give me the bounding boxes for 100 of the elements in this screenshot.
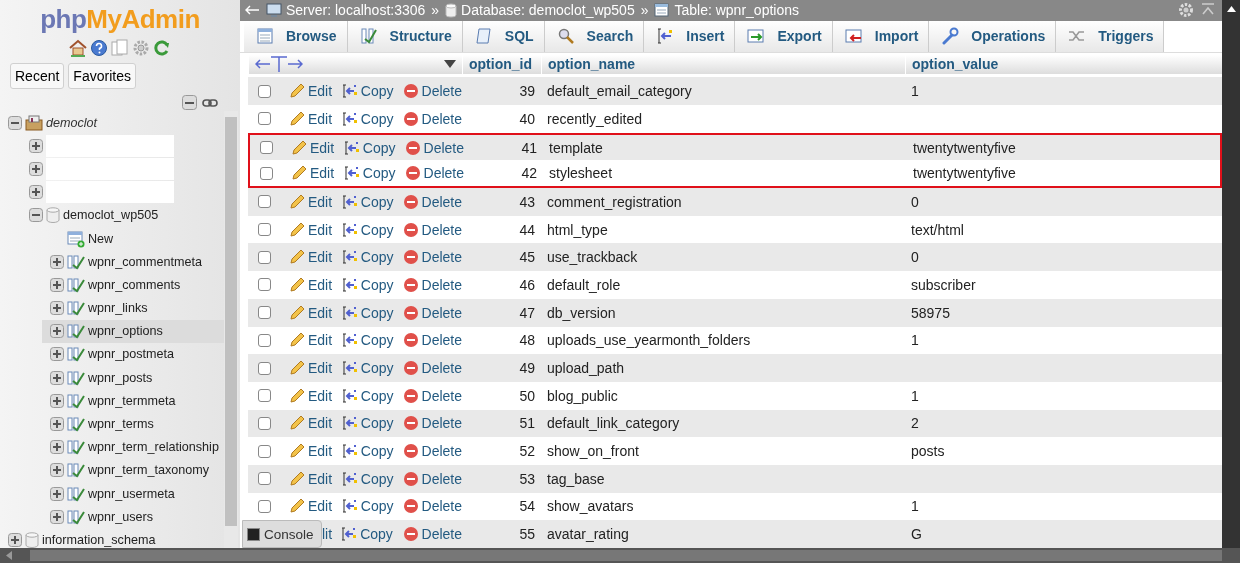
expand-icon[interactable] [50,440,64,455]
copy-link[interactable]: Copy [341,83,403,100]
tab[interactable]: Structure [347,20,463,52]
breadcrumb-link[interactable]: Database: democlot_wp505 [461,2,635,19]
delete-link[interactable]: Delete [402,470,462,487]
breadcrumb-link[interactable]: Table: wpnr_options [674,2,799,19]
scrollbar[interactable] [0,548,1240,563]
delete-link[interactable]: Delete [404,139,464,156]
tab[interactable]: Triggers [1056,20,1165,52]
home-icon[interactable] [69,39,87,57]
edit-link[interactable]: Edit [289,249,342,266]
row-checkbox[interactable] [258,416,271,430]
row-checkbox[interactable] [260,141,273,155]
delete-link[interactable]: Delete [402,387,462,404]
sidebar-button[interactable]: Favorites [68,63,136,89]
edit-link[interactable]: Edit [289,304,342,321]
row-checkbox[interactable] [258,278,271,292]
edit-link[interactable]: Edit [289,498,342,515]
expand-icon[interactable] [50,417,64,432]
help-icon[interactable] [90,39,108,57]
delete-link[interactable]: Delete [402,498,462,515]
delete-link[interactable]: Delete [402,193,462,210]
tab[interactable]: Search [544,20,645,52]
tab[interactable]: Export [735,20,833,52]
copy-link[interactable]: Copy [341,332,403,349]
row-checkbox[interactable] [258,444,271,458]
delete-link[interactable]: Delete [402,332,462,349]
copy-link[interactable]: Copy [343,165,405,182]
column-header[interactable]: option_value [912,56,999,73]
tree-item[interactable]: wpnr_posts [88,370,153,385]
edit-link[interactable]: lit [322,526,333,543]
collapse-icon[interactable] [8,115,22,130]
tree-item[interactable]: wpnr_links [88,301,148,316]
delete-link[interactable]: Delete [402,415,462,432]
delete-link[interactable]: Delete [402,526,462,543]
tree-item[interactable]: wpnr_term_taxonomy [88,463,210,478]
copy-link[interactable]: Copy [341,221,403,238]
row-checkbox[interactable] [258,112,271,126]
delete-link[interactable]: Delete [402,249,462,266]
scroll-left-icon[interactable] [6,551,12,560]
tab[interactable]: Import [832,20,930,52]
delete-link[interactable]: Delete [402,443,462,460]
collapse-icon[interactable] [29,208,43,223]
logo[interactable]: phpMyAdmin [0,4,240,35]
expand-icon[interactable] [50,254,64,269]
copy-link[interactable]: Copy [341,193,403,210]
copy-link[interactable]: Copy [341,526,403,543]
settings-icon[interactable] [132,39,150,57]
column-header[interactable]: option_name [548,56,636,73]
row-checkbox[interactable] [258,472,271,486]
expand-icon[interactable] [50,509,64,524]
tree-item[interactable]: wpnr_termmeta [88,393,176,408]
tree-item[interactable]: information_schema [42,532,156,547]
tab[interactable]: Insert [644,20,736,52]
expand-icon[interactable] [50,347,64,362]
row-checkbox[interactable] [258,500,271,513]
copy-link[interactable]: Copy [341,470,403,487]
edit-link[interactable]: Edit [291,165,344,182]
delete-link[interactable]: Delete [402,83,462,100]
expand-icon[interactable] [50,370,64,385]
delete-link[interactable]: Delete [402,110,462,127]
row-checkbox[interactable] [258,361,271,375]
copy-link[interactable]: Copy [343,139,405,156]
edit-link[interactable]: Edit [289,221,342,238]
edit-link[interactable]: Edit [289,277,342,293]
row-checkbox[interactable] [260,166,273,180]
edit-link[interactable]: Edit [289,443,342,460]
expand-icon[interactable] [50,486,64,501]
edit-link[interactable]: Edit [289,193,342,210]
breadcrumb-link[interactable]: Server: localhost:3306 [286,2,426,19]
tree-item[interactable]: wpnr_terms [88,417,154,432]
tab[interactable]: Operations [929,20,1057,52]
scrollbar[interactable] [1222,0,1240,548]
collapse-all-icon[interactable] [182,95,198,111]
tree-item[interactable]: wpnr_term_relationship [88,440,219,455]
edit-link[interactable]: Edit [289,110,342,127]
tree-item[interactable]: wpnr_commentmeta [88,254,203,269]
expand-icon[interactable] [29,161,43,176]
tree-item[interactable]: democlot_wp505 [63,208,159,223]
copy-link[interactable]: Copy [341,415,403,432]
row-checkbox[interactable] [258,306,271,320]
edit-link[interactable]: Edit [289,470,342,487]
tree-item[interactable]: democlot [46,115,98,130]
tree-item[interactable]: wpnr_usermeta [88,486,175,501]
edit-link[interactable]: Edit [289,360,342,377]
copy-link[interactable]: Copy [341,387,403,404]
delete-link[interactable]: Delete [402,360,462,377]
scroll-up-icon[interactable] [1226,6,1236,12]
dropdown-icon[interactable] [444,60,456,69]
tree-item[interactable]: wpnr_users [88,509,154,524]
edit-link[interactable]: Edit [289,332,342,349]
back-arrow-icon[interactable] [244,4,260,17]
copy-link[interactable]: Copy [341,277,403,293]
row-checkbox[interactable] [258,250,271,264]
scrollbar[interactable] [224,111,238,548]
copy-link[interactable]: Copy [341,498,403,515]
edit-link[interactable]: Edit [289,415,342,432]
edit-link[interactable]: Edit [291,139,344,156]
row-checkbox[interactable] [258,223,271,237]
copy-link[interactable]: Copy [341,443,403,460]
